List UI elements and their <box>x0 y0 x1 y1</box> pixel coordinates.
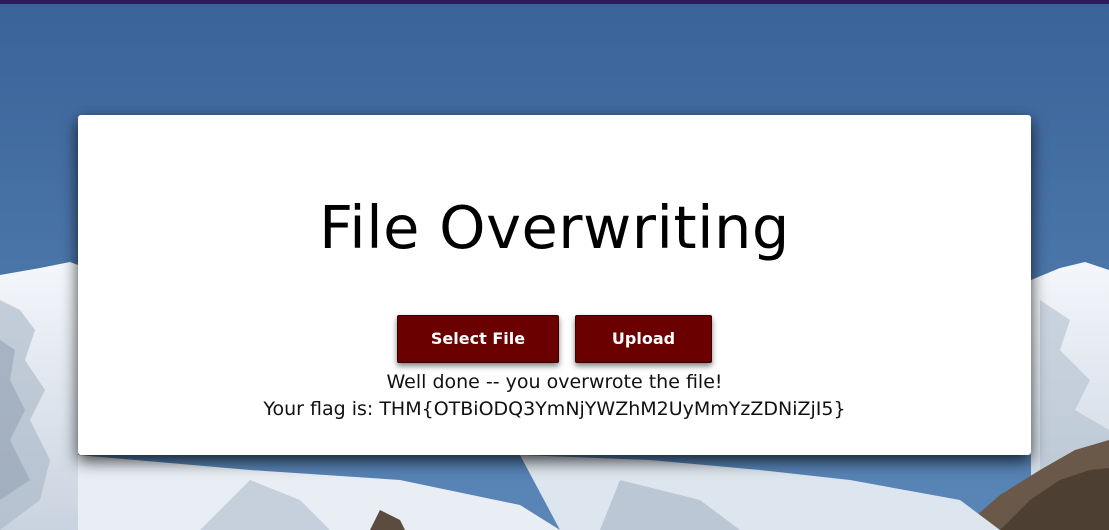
success-message: Well done -- you overwrote the file! <box>386 371 723 393</box>
select-file-button[interactable]: Select File <box>397 315 559 363</box>
page-title: File Overwriting <box>319 193 790 262</box>
flag-label: Your flag is: <box>263 398 380 420</box>
upload-button[interactable]: Upload <box>575 315 712 363</box>
page: File Overwriting Select File Upload Well… <box>0 0 1109 530</box>
flag-message: Your flag is: THM{OTBiODQ3YmNjYWZhM2UyMm… <box>0 396 1109 422</box>
flag-value: THM{OTBiODQ3YmNjYWZhM2UyMmYzZDNiZjI5} <box>379 398 846 420</box>
